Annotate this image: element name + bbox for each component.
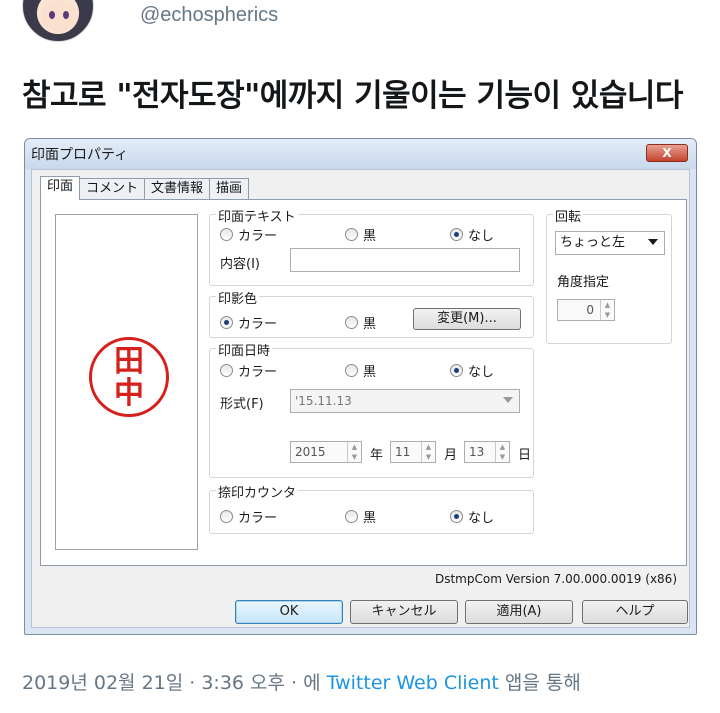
radio-counter-color[interactable]: カラー: [220, 507, 277, 526]
chevron-down-icon: [503, 397, 513, 403]
radio-circle: [345, 364, 358, 377]
radio-face-date-none[interactable]: なし: [450, 361, 494, 380]
month-unit: 月: [444, 448, 458, 463]
avatar-face: [41, 1, 77, 31]
group-face-text: 印面テキスト カラー 黒 なし 内容(I): [209, 206, 534, 286]
apply-button[interactable]: 適用(A): [465, 600, 573, 624]
spinner-arrows-icon[interactable]: ▲ ▼: [421, 442, 435, 462]
ok-button[interactable]: OK: [235, 600, 343, 624]
user-handle[interactable]: @echospherics: [140, 4, 278, 27]
radio-circle: [220, 364, 233, 377]
tab-document-info[interactable]: 文書情報: [144, 178, 211, 200]
chevron-down-icon: [648, 239, 658, 245]
format-label: 形式(F): [220, 397, 264, 412]
rotation-select[interactable]: ちょっと左: [555, 231, 665, 255]
tab-drawing[interactable]: 描画: [209, 178, 250, 200]
radio-circle: [345, 228, 358, 241]
spinner-arrows-icon[interactable]: ▲ ▼: [347, 442, 361, 462]
dialog-title: 印面プロパティ: [31, 147, 129, 163]
avatar-eye-left: [49, 11, 55, 19]
month-value: 11: [395, 445, 411, 459]
group-face-date-label: 印面日時: [216, 340, 273, 359]
group-rotation-label: 回転: [553, 206, 584, 225]
rotation-select-value: ちょっと左: [560, 235, 626, 250]
title-bar[interactable]: 印面プロパティ X: [25, 139, 696, 169]
radio-circle: [345, 510, 358, 523]
stamp-seal: 田 中: [89, 337, 169, 417]
angle-label: 角度指定: [557, 275, 610, 290]
group-rotation: 回転 ちょっと左 角度指定 0 ▲ ▼: [546, 206, 672, 344]
avatar-eye-right: [63, 11, 69, 19]
stamp-preview: 田 中: [55, 214, 198, 550]
radio-counter-black[interactable]: 黒: [345, 507, 376, 526]
day-unit: 日: [518, 448, 532, 463]
year-unit: 年: [370, 448, 384, 463]
tab-strip: 印面 コメント 文書情報 描画: [40, 176, 250, 200]
client-link[interactable]: Twitter Web Client: [327, 672, 499, 694]
group-face-date: 印面日時 カラー 黒 なし 形式(F) '15.11.13 2015 ▲ ▼ 年…: [209, 340, 534, 478]
tweet-footer-suffix: 앱을 통해: [498, 672, 581, 694]
radio-face-text-none[interactable]: なし: [450, 225, 494, 244]
day-value: 13: [469, 445, 485, 459]
tweet-text: 참고로 "전자도장"에까지 기울이는 기능이 있습니다: [22, 78, 683, 114]
avatar[interactable]: [22, 0, 94, 42]
radio-face-text-black[interactable]: 黒: [345, 225, 376, 244]
month-spinner[interactable]: 11 ▲ ▼: [390, 441, 436, 463]
angle-value: 0: [586, 303, 594, 317]
group-face-text-label: 印面テキスト: [216, 206, 298, 225]
radio-face-date-black[interactable]: 黒: [345, 361, 376, 380]
radio-circle-selected: [220, 316, 233, 329]
spinner-arrows-icon[interactable]: ▲ ▼: [495, 442, 509, 462]
radio-circle: [220, 228, 233, 241]
format-select[interactable]: '15.11.13: [290, 389, 520, 413]
group-stamp-color-label: 印影色: [216, 288, 260, 307]
radio-face-text-color[interactable]: カラー: [220, 225, 277, 244]
tweet-timestamp: 2019년 02월 21일 · 3:36 오후 · 에: [22, 672, 327, 694]
group-counter-label: 捺印カウンタ: [216, 482, 299, 501]
format-select-value: '15.11.13: [295, 394, 352, 408]
tab-comment[interactable]: コメント: [79, 178, 146, 200]
cancel-button[interactable]: キャンセル: [350, 600, 458, 624]
content-label: 内容(I): [220, 257, 260, 272]
change-color-button[interactable]: 変更(M)...: [413, 308, 521, 330]
tab-stamp-face[interactable]: 印面: [40, 176, 81, 200]
tweet-footer: 2019년 02월 21일 · 3:36 오후 · 에 Twitter Web …: [22, 668, 581, 695]
stamp-properties-dialog: 印面プロパティ X 印面 コメント 文書情報 描画 田 中 印面テキスト カラー: [24, 138, 697, 635]
radio-circle: [220, 510, 233, 523]
spinner-arrows-icon[interactable]: ▲ ▼: [600, 300, 614, 320]
radio-circle-selected: [450, 510, 463, 523]
radio-stamp-color-color[interactable]: カラー: [220, 313, 277, 332]
group-stamp-color: 印影色 カラー 黒 変更(M)...: [209, 288, 534, 338]
stamp-char-bottom: 中: [114, 376, 144, 411]
help-button[interactable]: ヘルプ: [582, 600, 688, 624]
year-value: 2015: [295, 445, 326, 459]
radio-counter-none[interactable]: なし: [450, 507, 494, 526]
version-text: DstmpCom Version 7.00.000.0019 (x86): [434, 572, 677, 586]
stamp-char-top: 田: [114, 344, 144, 379]
tab-panel: 田 中 印面テキスト カラー 黒 なし 内容(I) 印影色 カラー 黒 変更(M…: [40, 199, 687, 566]
year-spinner[interactable]: 2015 ▲ ▼: [290, 441, 362, 463]
radio-circle: [345, 316, 358, 329]
radio-face-date-color[interactable]: カラー: [220, 361, 277, 380]
content-input[interactable]: [290, 248, 520, 272]
day-spinner[interactable]: 13 ▲ ▼: [464, 441, 510, 463]
group-counter: 捺印カウンタ カラー 黒 なし: [209, 482, 534, 534]
radio-circle-selected: [450, 364, 463, 377]
radio-stamp-color-black[interactable]: 黒: [345, 313, 376, 332]
dialog-body: 印面 コメント 文書情報 描画 田 中 印面テキスト カラー 黒 なし 内容(I…: [31, 169, 690, 628]
close-button[interactable]: X: [646, 144, 688, 162]
angle-spinner[interactable]: 0 ▲ ▼: [557, 299, 615, 321]
radio-circle-selected: [450, 228, 463, 241]
